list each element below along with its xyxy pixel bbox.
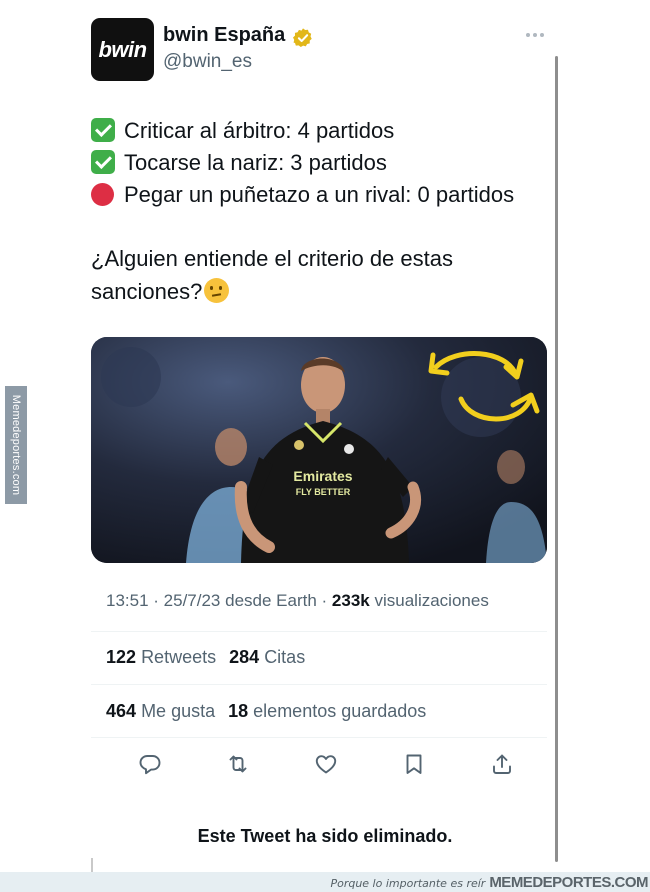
- more-horizontal-icon[interactable]: [526, 30, 548, 40]
- tweet-date[interactable]: 25/7/23: [164, 591, 221, 610]
- tweet-line-1-text: Criticar al árbitro: 4 partidos: [124, 118, 395, 143]
- share-icon[interactable]: [490, 752, 514, 776]
- football-player-photo: Emirates FLY BETTER: [91, 337, 547, 563]
- display-name[interactable]: bwin España: [163, 24, 285, 47]
- avatar-logo-text: bwin: [98, 36, 147, 62]
- thread-line: [91, 858, 93, 872]
- handle[interactable]: @bwin_es: [163, 51, 252, 73]
- bookmark-icon[interactable]: [402, 752, 426, 776]
- jersey-sponsor-text: Emirates: [293, 468, 352, 484]
- footer-brand: MEMEDEPORTES.COM: [489, 874, 648, 891]
- side-watermark: Memedeportes.com: [5, 386, 27, 504]
- divider: [91, 737, 547, 738]
- stats-row-retweets: 122 Retweets 284 Citas: [106, 647, 305, 668]
- retweet-icon[interactable]: [226, 752, 250, 776]
- tweet-source: desde Earth: [225, 591, 317, 610]
- check-mark-emoji-icon: [91, 118, 115, 142]
- tweet-metadata: 13:51 · 25/7/23 desde Earth · 233k visua…: [106, 591, 489, 610]
- tweet-question-line-2-text: sanciones?: [91, 279, 203, 304]
- likes-label: Me gusta: [141, 701, 216, 721]
- divider: [91, 631, 547, 632]
- tweet-line-1: Criticar al árbitro: 4 partidos: [91, 117, 394, 145]
- likes-link[interactable]: 464 Me gusta: [106, 701, 215, 721]
- side-watermark-text: Memedeportes.com: [10, 394, 22, 496]
- thinking-face-emoji-icon: [204, 278, 230, 303]
- quotes-count: 284: [229, 647, 260, 667]
- retweets-count: 122: [106, 647, 137, 667]
- verified-badge-icon: [293, 28, 312, 47]
- reply-icon[interactable]: [138, 752, 162, 776]
- footer-tagline: Porque lo importante es reír: [330, 877, 486, 890]
- avatar[interactable]: bwin: [91, 18, 154, 81]
- tweet-line-3-text: Pegar un puñetazo a un rival: 0 partidos: [124, 182, 515, 207]
- views-label: visualizaciones: [374, 591, 489, 610]
- retweets-link[interactable]: 122 Retweets: [106, 647, 216, 667]
- quotes-link[interactable]: 284 Citas: [229, 647, 305, 667]
- views-count: 233k: [331, 591, 370, 610]
- like-icon[interactable]: [314, 752, 338, 776]
- tweet-question-line-2: sanciones?: [91, 278, 230, 306]
- stats-row-likes: 464 Me gusta 18 elementos guardados: [106, 701, 426, 722]
- jersey-sponsor-subtext: FLY BETTER: [296, 487, 351, 497]
- tweet-question-line-1: ¿Alguien entiende el criterio de estas: [91, 246, 453, 271]
- deleted-tweet-notice: Este Tweet ha sido eliminado.: [197, 826, 453, 846]
- quotes-label: Citas: [264, 647, 306, 667]
- bookmarks-link[interactable]: 18 elementos guardados: [228, 701, 426, 721]
- footer-watermark: Porque lo importante es reír MEMEDEPORTES…: [330, 874, 648, 891]
- retweets-label: Retweets: [141, 647, 217, 667]
- tweet-line-2: Tocarse la nariz: 3 partidos: [91, 149, 387, 177]
- check-mark-emoji-icon: [91, 150, 115, 174]
- tweet-line-3: Pegar un puñetazo a un rival: 0 partidos: [91, 181, 514, 209]
- tweet-image[interactable]: Emirates FLY BETTER: [91, 337, 547, 563]
- likes-count: 464: [106, 701, 137, 721]
- bookmarks-count: 18: [228, 701, 249, 721]
- red-circle-emoji-icon: [91, 183, 114, 206]
- divider: [91, 684, 547, 685]
- tweet-time[interactable]: 13:51: [106, 591, 149, 610]
- bookmarks-label: elementos guardados: [253, 701, 427, 721]
- scrollbar[interactable]: [555, 56, 558, 862]
- tweet-line-2-text: Tocarse la nariz: 3 partidos: [124, 150, 387, 175]
